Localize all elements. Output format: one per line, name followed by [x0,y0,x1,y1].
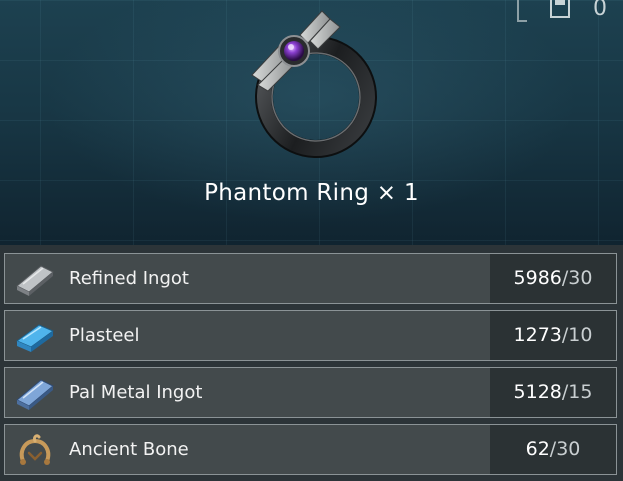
ancient-bone-icon [13,431,57,469]
quantity-owned: 1273 [513,324,562,346]
quantity-owned: 5986 [513,267,562,289]
item-image [230,5,390,165]
plasteel-icon [13,317,57,355]
material-name: Pal Metal Ingot [69,382,203,403]
list-item: Refined Ingot 5986/30 [4,253,617,304]
material-name: Plasteel [69,325,140,346]
quantity-owned: 5128 [513,381,562,403]
storage-icon [550,0,570,18]
phantom-ring-icon [251,10,377,158]
quantity-required: 10 [568,324,593,346]
pal-metal-ingot-icon [13,374,57,412]
materials-list: Refined Ingot 5986/30 Plasteel 1273/10 P… [0,245,623,481]
quantity-required: 15 [568,381,593,403]
material-name: Refined Ingot [69,268,189,289]
quantity-owned: 62 [525,438,550,460]
item-name: Phantom Ring [204,180,370,206]
corner-widget: 0 [517,0,617,22]
material-quantity: 5128/15 [490,368,616,417]
quantity-required: 30 [556,438,581,460]
crafting-detail-panel: 0 Phantom Ring × 1 Refined Ingot 5986/30… [0,0,623,481]
list-item: Pal Metal Ingot 5128/15 [4,367,617,418]
item-preview-area: 0 Phantom Ring × 1 [0,0,623,245]
list-item: Plasteel 1273/10 [4,310,617,361]
refined-ingot-icon [13,260,57,298]
bracket-decoration [517,0,527,22]
quantity-required: 30 [568,267,593,289]
material-quantity: 62/30 [490,425,616,474]
item-title: Phantom Ring × 1 [0,180,623,206]
corner-value: 0 [593,0,607,21]
material-quantity: 1273/10 [490,311,616,360]
material-name: Ancient Bone [69,439,189,460]
list-item: Ancient Bone 62/30 [4,424,617,475]
material-quantity: 5986/30 [490,254,616,303]
item-quantity: × 1 [376,180,419,206]
